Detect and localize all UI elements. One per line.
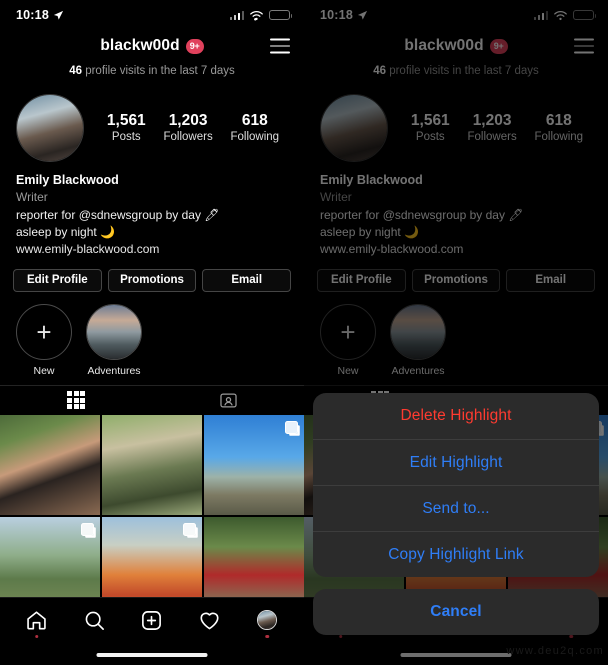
stat-followers[interactable]: 1,203 Followers bbox=[163, 111, 212, 145]
activity-tab[interactable] bbox=[195, 605, 225, 635]
location-arrow-icon bbox=[53, 10, 64, 20]
profile-visits-count: 46 bbox=[69, 65, 83, 77]
delete-highlight-button[interactable]: Delete Highlight bbox=[313, 393, 599, 439]
avatar-image bbox=[17, 95, 83, 161]
create-tab[interactable] bbox=[137, 605, 167, 635]
username-label: blackw00d bbox=[100, 37, 180, 54]
story-highlights-row: + New Adventures bbox=[0, 292, 304, 385]
search-tab[interactable] bbox=[79, 605, 109, 635]
photo-grid bbox=[0, 414, 304, 617]
tagged-tab[interactable] bbox=[152, 386, 304, 415]
new-highlight-ring: + bbox=[16, 303, 72, 360]
status-bar-left: 10:18 bbox=[16, 8, 64, 22]
stat-followers-label: Followers bbox=[163, 131, 213, 144]
search-icon bbox=[85, 611, 104, 630]
photo-street-hat bbox=[101, 414, 203, 516]
profile-stats-row: 1,561 Posts 1,203 Followers 618 Followin… bbox=[0, 89, 304, 167]
profile-avatar-icon bbox=[257, 610, 278, 630]
tagged-person-icon bbox=[219, 393, 237, 408]
grid-cell[interactable] bbox=[203, 414, 304, 516]
bio-display-name: Emily Blackwood bbox=[16, 173, 119, 187]
status-bar: 10:18 bbox=[0, 0, 304, 30]
stat-following[interactable]: 618 Following bbox=[231, 111, 280, 145]
grid-cell[interactable] bbox=[101, 414, 203, 516]
profile-visits-text: profile visits in the last 7 days bbox=[82, 65, 235, 77]
bio-website-link[interactable]: www.emily-blackwood.com bbox=[16, 241, 288, 258]
profile-action-buttons: Edit Profile Promotions Email bbox=[0, 259, 304, 292]
home-icon bbox=[27, 610, 47, 629]
plus-square-icon bbox=[142, 610, 162, 630]
highlight-adventures[interactable]: Adventures bbox=[86, 303, 142, 377]
right-phone-screen: 10:18 blackw00d 9+ bbox=[304, 0, 608, 665]
two-panel-screenshot: 10:18 blackw00d 9+ 46 profile visits in … bbox=[0, 0, 608, 665]
heart-icon bbox=[200, 612, 219, 629]
battery-low-power-icon bbox=[269, 9, 292, 21]
copy-highlight-link-button[interactable]: Copy Highlight Link bbox=[313, 531, 599, 577]
watermark: www.deu2q.com bbox=[506, 645, 604, 657]
left-phone-screen: 10:18 blackw00d 9+ 46 profile visits in … bbox=[0, 0, 304, 665]
cancel-button[interactable]: Cancel bbox=[313, 589, 599, 635]
highlight-new-label: New bbox=[33, 364, 55, 377]
stat-following-label: Following bbox=[230, 131, 280, 144]
home-indicator bbox=[96, 652, 208, 657]
bio-line-2: asleep by night 🌙 bbox=[16, 224, 115, 239]
profile-tabs bbox=[0, 384, 304, 415]
notification-dot bbox=[35, 634, 39, 638]
stat-posts-label: Posts bbox=[111, 131, 141, 144]
home-tab[interactable] bbox=[22, 605, 52, 638]
email-button[interactable]: Email bbox=[202, 268, 292, 292]
adventures-highlight-ring bbox=[86, 303, 142, 360]
hamburger-menu-icon[interactable] bbox=[270, 38, 290, 54]
avatar[interactable] bbox=[16, 94, 84, 162]
stat-posts-value: 1,561 bbox=[106, 111, 146, 129]
edit-profile-button[interactable]: Edit Profile bbox=[13, 268, 102, 292]
action-sheet-cancel: Cancel bbox=[313, 589, 599, 635]
stat-posts[interactable]: 1,561 Posts bbox=[107, 111, 146, 145]
promotions-button[interactable]: Promotions bbox=[107, 268, 197, 292]
notification-dot bbox=[265, 634, 269, 638]
highlight-new[interactable]: + New bbox=[16, 303, 72, 377]
profile-header: blackw00d 9+ bbox=[0, 30, 304, 62]
action-sheet: Delete Highlight Edit Highlight Send to.… bbox=[313, 393, 599, 577]
plus-icon: + bbox=[36, 316, 52, 347]
bottom-nav-items bbox=[0, 598, 304, 642]
coast-highlight-cover bbox=[87, 304, 141, 359]
bio-line-1: reporter for @sdnewsgroup by day 🖊 bbox=[16, 207, 220, 222]
bio-category: Writer bbox=[16, 190, 48, 205]
multi-post-icon bbox=[285, 420, 298, 434]
status-bar-time: 10:18 bbox=[16, 8, 49, 22]
grid-tab[interactable] bbox=[0, 386, 152, 415]
highlight-adventures-label: Adventures bbox=[87, 364, 141, 377]
stat-followers-value: 1,203 bbox=[168, 111, 208, 129]
wifi-icon bbox=[250, 10, 263, 21]
status-bar-right bbox=[229, 9, 292, 21]
edit-highlight-button[interactable]: Edit Highlight bbox=[313, 439, 599, 485]
username-title[interactable]: blackw00d 9+ bbox=[100, 37, 204, 55]
stats-group: 1,561 Posts 1,203 Followers 618 Followin… bbox=[84, 111, 288, 145]
status-badge: 9+ bbox=[185, 38, 204, 54]
send-to-button[interactable]: Send to... bbox=[313, 485, 599, 531]
bottom-nav-bar bbox=[0, 597, 304, 665]
grid-cell[interactable] bbox=[0, 414, 101, 516]
stat-following-value: 618 bbox=[241, 111, 268, 129]
photo-portrait-plants bbox=[0, 414, 101, 516]
multi-post-icon bbox=[81, 522, 95, 536]
profile-visits: 46 profile visits in the last 7 days bbox=[0, 62, 304, 89]
grid-icon bbox=[67, 391, 85, 410]
multi-post-icon bbox=[183, 522, 197, 536]
cellular-signal-icon bbox=[229, 10, 244, 20]
bio-block: Emily Blackwood Writer reporter for @sdn… bbox=[0, 167, 304, 259]
profile-tab[interactable] bbox=[252, 605, 282, 638]
